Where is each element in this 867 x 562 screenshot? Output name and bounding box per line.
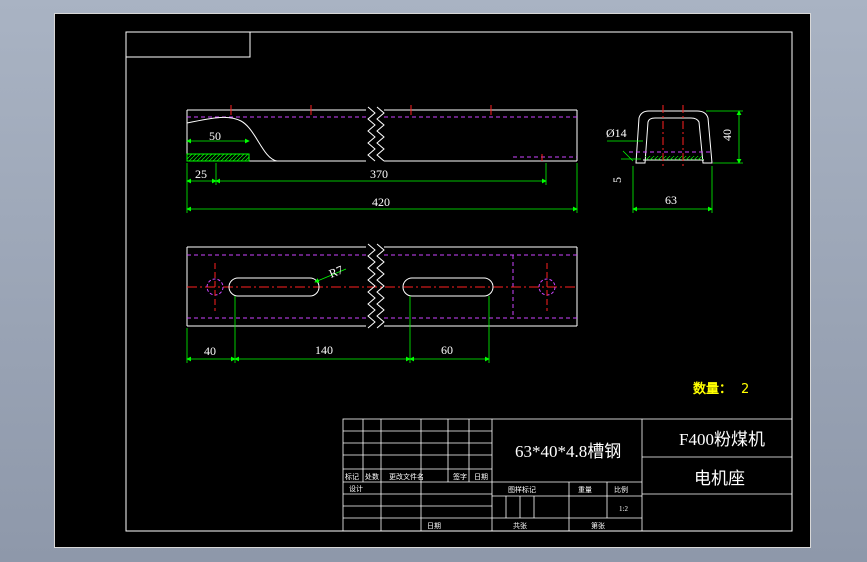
dim-25: 25 [195, 167, 207, 181]
dim-370: 370 [370, 167, 388, 181]
header-label-date: 日期 [474, 473, 488, 481]
top-view [186, 105, 578, 162]
bottom-view [186, 243, 578, 329]
stage-label-scale: 比例 [614, 485, 628, 494]
stage-label-weight: 重量 [578, 486, 592, 494]
scale-value: 1:2 [619, 505, 628, 513]
quantity-label: 数量： [693, 381, 732, 397]
header-label-count: 处数 [365, 472, 379, 481]
corner-box [125, 31, 251, 58]
title-block-labels: 标记 处数 更改文件名 签字 日期 设计 日期 图样标记 重量 比例 1:2 共… [345, 472, 628, 530]
header-label-change-file: 更改文件名 [389, 472, 424, 481]
dim-5: 5 [610, 177, 624, 183]
quantity-value: 2 [741, 382, 749, 397]
drawing-sheet: 50 25 370 420 Ø14 40 5 63 R7 40 140 60 数… [54, 13, 811, 548]
stage-label-mark: 图样标记 [508, 485, 536, 494]
inner-border [125, 31, 793, 532]
side-view [629, 105, 713, 166]
dim-40-side: 40 [720, 129, 734, 141]
dim-r7: R7 [327, 263, 345, 281]
dim-60: 60 [441, 343, 453, 357]
dim-phi14: Ø14 [606, 126, 627, 140]
dim-140: 140 [315, 343, 333, 357]
date-label: 日期 [427, 522, 441, 530]
header-label-mark: 标记 [345, 472, 359, 481]
dim-50: 50 [209, 129, 221, 143]
cad-drawing: 50 25 370 420 Ø14 40 5 63 R7 40 140 60 数… [125, 31, 793, 532]
dim-63: 63 [665, 193, 677, 207]
material-title: 63*40*4.8槽钢 [515, 442, 621, 461]
project-title: F400粉煤机 [679, 430, 765, 449]
sheet-number-label: 第张 [591, 521, 605, 530]
sheet-total-label: 共张 [513, 521, 527, 530]
part-name: 电机座 [694, 469, 745, 488]
dim-420: 420 [372, 195, 390, 209]
header-label-sign: 签字 [453, 472, 467, 481]
design-label: 设计 [349, 484, 363, 493]
dim-40-bottom: 40 [204, 344, 216, 358]
